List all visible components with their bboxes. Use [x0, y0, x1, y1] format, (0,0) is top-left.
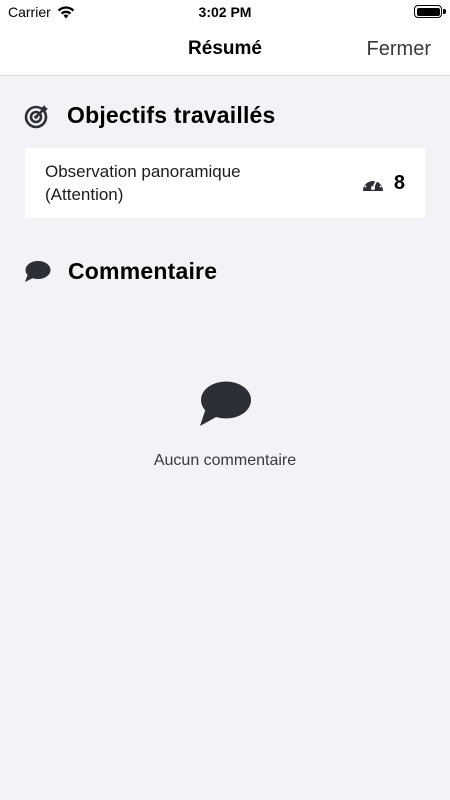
- status-bar: Carrier 3:02 PM: [0, 0, 450, 26]
- clock: 3:02 PM: [198, 4, 252, 20]
- comment-bubble-icon: [25, 260, 51, 282]
- navigation-bar: Résumé Fermer: [0, 26, 450, 76]
- objective-item: Observation panoramique (Attention) 8: [25, 148, 425, 218]
- speedometer-icon: [362, 176, 383, 191]
- objective-label: Observation panoramique (Attention): [45, 162, 241, 204]
- objectives-section-header: Objectifs travaillés: [24, 102, 276, 129]
- comments-title: Commentaire: [68, 258, 218, 284]
- objective-score: 8: [361, 172, 405, 195]
- battery-icon: [414, 5, 446, 18]
- comment-bubble-icon: [200, 381, 251, 426]
- comments-section-header: Commentaire: [24, 258, 217, 285]
- target-icon: [24, 104, 48, 128]
- objective-value: 8: [393, 172, 405, 194]
- empty-comments-text: Aucun commentaire: [153, 452, 297, 469]
- objectives-title: Objectifs travaillés: [67, 102, 276, 128]
- empty-comments-state: Aucun commentaire: [0, 380, 450, 470]
- close-button[interactable]: Fermer: [367, 38, 431, 61]
